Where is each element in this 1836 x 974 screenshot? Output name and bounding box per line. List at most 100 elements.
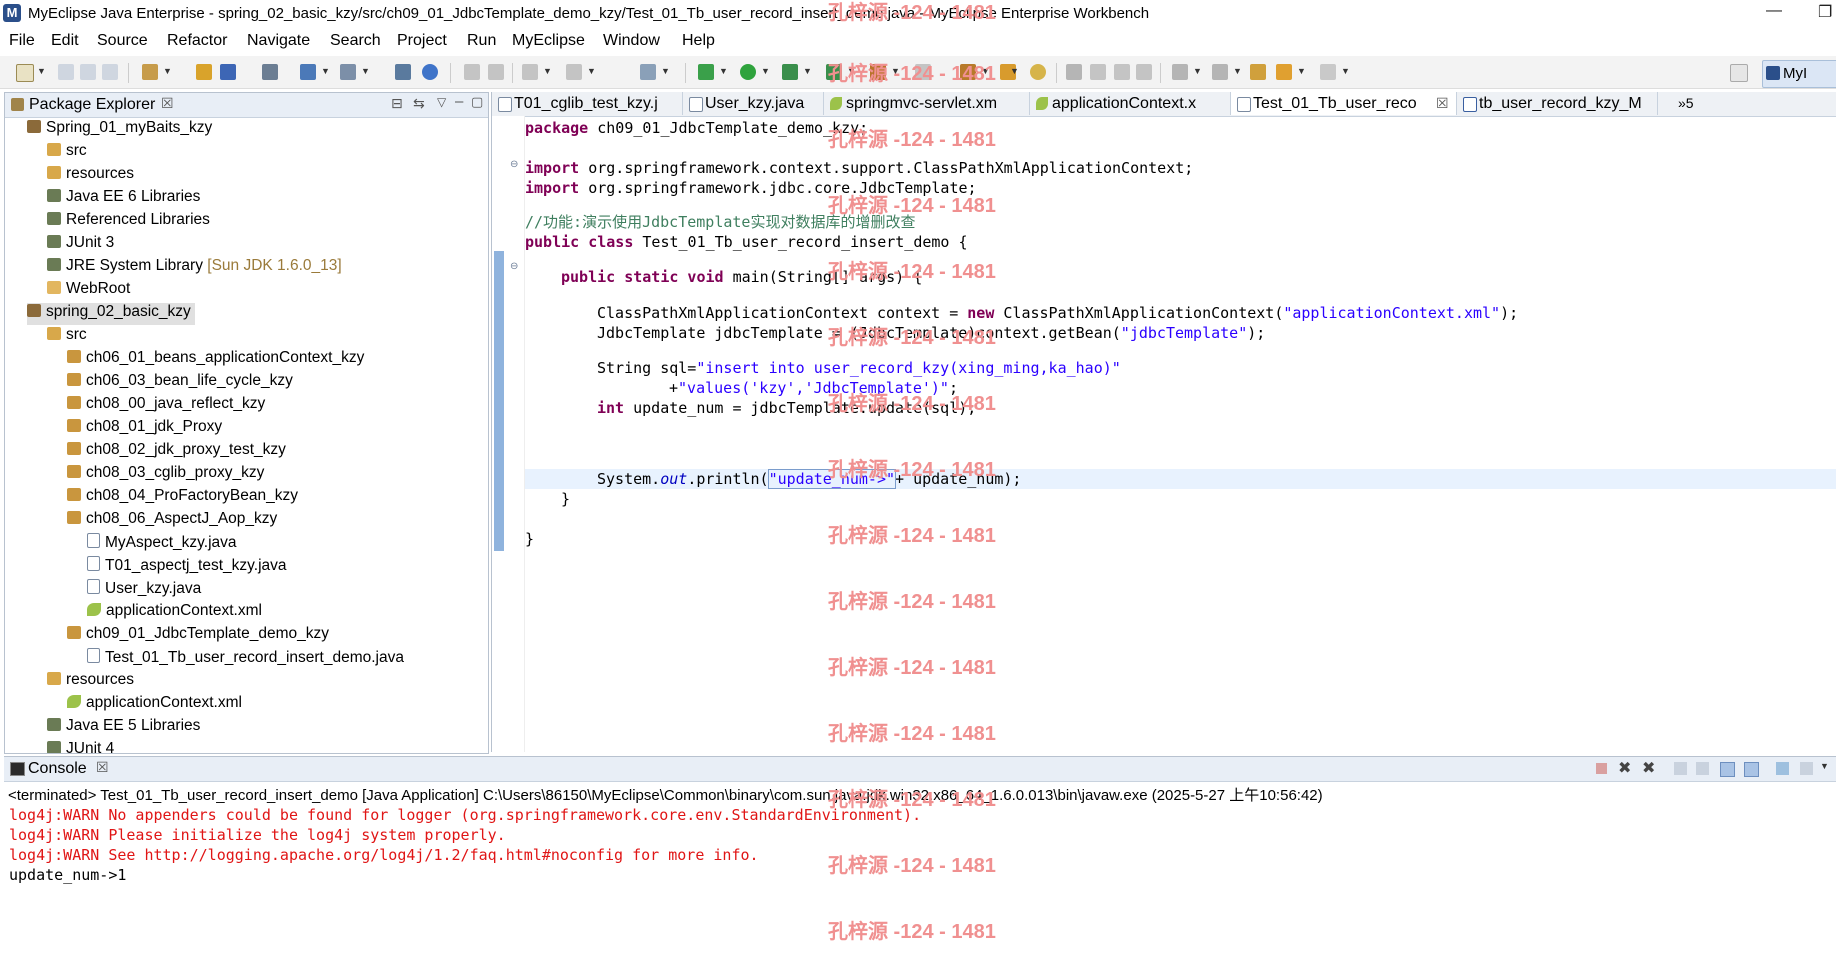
chevron-down-icon[interactable]: ▼ — [1193, 66, 1202, 76]
tree-item[interactable]: T01_aspectj_test_kzy.java — [87, 556, 287, 578]
menu-source[interactable]: Source — [97, 32, 148, 50]
chevron-down-icon[interactable]: ▼ — [981, 66, 990, 76]
chevron-down-icon[interactable]: ▼ — [361, 66, 370, 76]
remove-all-icon[interactable]: ✖ — [1642, 758, 1655, 778]
annotation-icon[interactable] — [1066, 64, 1082, 80]
scroll-lock-icon[interactable] — [1696, 762, 1709, 775]
tab-test-01-tb-user-record[interactable]: Test_01_Tb_user_reco ☒ — [1231, 92, 1457, 115]
web-icon[interactable] — [340, 64, 356, 80]
tree-item[interactable]: applicationContext.xml — [67, 694, 242, 716]
view-menu-icon[interactable]: ▽ — [437, 95, 446, 109]
chevron-down-icon[interactable]: ▼ — [37, 66, 46, 76]
tree-item[interactable]: ch08_06_AspectJ_Aop_kzy — [67, 510, 277, 532]
open-console-icon[interactable] — [1800, 762, 1813, 775]
new-icon[interactable] — [16, 64, 34, 82]
tree-item[interactable]: Spring_01_myBaits_kzy — [27, 119, 212, 141]
chevron-down-icon[interactable]: ▼ — [163, 66, 172, 76]
tree-item[interactable]: spring_02_basic_kzy — [27, 303, 195, 325]
tree-item[interactable]: ch08_00_java_reflect_kzy — [67, 395, 265, 417]
chevron-down-icon[interactable]: ▼ — [1297, 66, 1306, 76]
globe-icon[interactable] — [422, 64, 438, 80]
deploy-icon[interactable] — [220, 64, 236, 80]
chevron-down-icon[interactable]: ▼ — [1010, 66, 1019, 76]
fold-icon[interactable]: ⊖ — [510, 261, 518, 272]
tab-user-kzy[interactable]: User_kzy.java — [683, 92, 824, 115]
chevron-down-icon[interactable]: ▼ — [1233, 66, 1242, 76]
chevron-down-icon[interactable]: ▼ — [891, 66, 900, 76]
code-area[interactable]: package ch09_01_JdbcTemplate_demo_kzy; i… — [525, 116, 1836, 752]
restore-button[interactable]: ❐ — [1818, 2, 1832, 22]
open-perspective-icon[interactable] — [1730, 64, 1748, 82]
tree-item[interactable]: resources — [47, 671, 134, 693]
tree-item[interactable]: JUnit 3 — [47, 234, 114, 256]
close-icon[interactable]: ☒ — [96, 759, 109, 776]
open-type-icon[interactable] — [196, 64, 212, 80]
tree-item[interactable]: src — [47, 326, 87, 348]
collapse-all-icon[interactable]: ⊟ — [391, 95, 403, 112]
forward-icon[interactable] — [1320, 64, 1336, 80]
tree-item[interactable]: ch06_01_beans_applicationContext_kzy — [67, 349, 364, 371]
open-browser-icon[interactable] — [300, 64, 316, 80]
back-icon[interactable] — [1276, 64, 1292, 80]
minimize-button[interactable]: — — [1766, 2, 1782, 20]
tree-item[interactable]: ch08_02_jdk_proxy_test_kzy — [67, 441, 286, 463]
menu-window[interactable]: Window — [603, 32, 660, 50]
menu-edit[interactable]: Edit — [51, 32, 79, 50]
tree-item[interactable]: ch06_03_bean_life_cycle_kzy — [67, 372, 293, 394]
chevron-down-icon[interactable]: ▼ — [321, 66, 330, 76]
minimize-view-icon[interactable]: – — [455, 93, 463, 110]
menu-run[interactable]: Run — [467, 32, 496, 50]
chevron-down-icon[interactable]: ▼ — [543, 66, 552, 76]
chevron-down-icon[interactable]: ▼ — [1341, 66, 1350, 76]
tree-item[interactable]: JRE System Library [Sun JDK 1.6.0_13] — [47, 257, 342, 279]
tab-overflow-indicator[interactable]: »5 — [1678, 95, 1694, 111]
chevron-down-icon[interactable]: ▼ — [587, 66, 596, 76]
db-icon[interactable] — [395, 64, 411, 80]
monitor-icon[interactable] — [640, 64, 656, 80]
menu-refactor[interactable]: Refactor — [167, 32, 227, 50]
menu-help[interactable]: Help — [682, 32, 715, 50]
maximize-view-icon[interactable]: ▢ — [471, 94, 483, 110]
remove-launch-icon[interactable]: ✖ — [1618, 758, 1631, 778]
debug-icon[interactable] — [698, 64, 714, 80]
tab-t01-cglib-test[interactable]: T01_cglib_test_kzy.j — [492, 92, 683, 115]
close-icon[interactable]: ☒ — [161, 95, 174, 112]
show-stderr-icon[interactable] — [1744, 762, 1759, 777]
next-annotation-icon[interactable] — [1172, 64, 1188, 80]
tab-springmvc-servlet[interactable]: springmvc-servlet.xm — [824, 92, 1030, 115]
chevron-down-icon[interactable]: ▼ — [719, 66, 728, 76]
tree-item[interactable]: Referenced Libraries — [47, 211, 210, 233]
perspective-switcher[interactable]: MyI — [1762, 60, 1836, 88]
show-stdout-icon[interactable] — [1720, 762, 1735, 777]
tree-item[interactable]: ch08_04_ProFactoryBean_kzy — [67, 487, 298, 509]
save-all-icon[interactable] — [80, 64, 96, 80]
tree-item[interactable]: User_kzy.java — [87, 579, 201, 601]
menu-project[interactable]: Project — [397, 32, 447, 50]
last-edit-icon[interactable] — [1250, 64, 1266, 80]
terminate-icon[interactable] — [1596, 763, 1607, 774]
coverage-icon[interactable] — [826, 64, 842, 80]
fold-icon[interactable]: ⊖ — [510, 159, 518, 170]
link-editor-icon[interactable]: ⇆ — [413, 95, 425, 112]
menu-navigate[interactable]: Navigate — [247, 32, 310, 50]
tree-item[interactable]: src — [47, 142, 87, 164]
tree-item[interactable]: Java EE 6 Libraries — [47, 188, 200, 210]
tab-application-context[interactable]: applicationContext.x — [1030, 92, 1231, 115]
chevron-down-icon[interactable]: ▼ — [661, 66, 670, 76]
tab-tb-user-record-mapper[interactable]: tb_user_record_kzy_M — [1457, 92, 1658, 115]
tree-item[interactable]: WebRoot — [47, 280, 130, 302]
chevron-down-icon[interactable]: ▼ — [803, 66, 812, 76]
menu-myeclipse[interactable]: MyEclipse — [512, 32, 585, 50]
tree-item[interactable]: ch08_01_jdk_Proxy — [67, 418, 222, 440]
chevron-down-icon[interactable]: ▼ — [847, 66, 856, 76]
pin-console-icon[interactable] — [1776, 762, 1789, 775]
chevron-down-icon[interactable]: ▼ — [761, 66, 770, 76]
tool-icon[interactable] — [960, 64, 976, 80]
tree-item[interactable]: resources — [47, 165, 134, 187]
run-external-icon[interactable] — [782, 64, 798, 80]
open-icon[interactable] — [1030, 64, 1046, 80]
tool-icon[interactable] — [870, 64, 886, 80]
chevron-down-icon[interactable]: ▼ — [1820, 761, 1829, 771]
new-java-project-icon[interactable] — [142, 64, 158, 80]
clear-console-icon[interactable] — [1674, 762, 1687, 775]
